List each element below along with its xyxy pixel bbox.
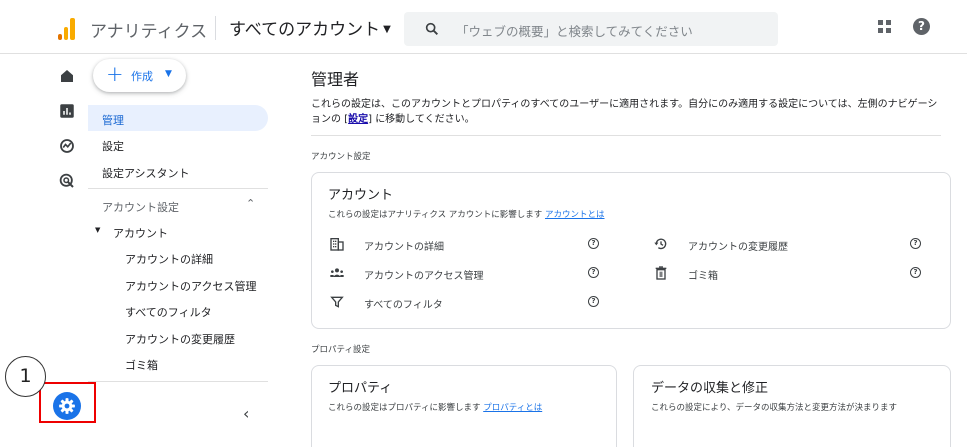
sidebar-item-admin[interactable]: 管理 (88, 105, 268, 131)
sidebar-item-label: アカウントの詳細 (125, 253, 213, 266)
analytics-logo-icon (58, 18, 76, 40)
apps-grid-icon[interactable] (878, 20, 892, 34)
sidebar-item-all-filters[interactable]: すべてのフィルタ (88, 297, 268, 323)
card-subtitle: これらの設定はプロパティに影響します プロパティとは (328, 401, 542, 413)
sidebar-item-setup-assistant[interactable]: 設定アシスタント (88, 158, 268, 184)
sidebar-item-label: ゴミ箱 (125, 359, 158, 372)
item-change-history[interactable]: アカウントの変更履歴 ? (653, 234, 923, 254)
trash-icon (655, 266, 667, 280)
chevron-up-icon: ⌃ (246, 197, 256, 210)
item-trash[interactable]: ゴミ箱 ? (653, 263, 923, 283)
building-icon (330, 238, 344, 251)
item-account-access[interactable]: アカウントのアクセス管理 ? (329, 263, 609, 283)
sidebar-item-trash[interactable]: ゴミ箱 (88, 350, 268, 376)
search-bar[interactable]: 「ウェブの概要」と検索してみてください (404, 12, 778, 46)
card-title: プロパティ (328, 381, 393, 396)
sidebar-group-account[interactable]: ▼ アカウント (88, 218, 268, 244)
sidebar-item-account-details[interactable]: アカウントの詳細 (88, 244, 268, 270)
page-title: 管理者 (311, 70, 360, 89)
item-label: アカウントの詳細 (364, 242, 444, 253)
what-is-property-link[interactable]: プロパティとは (483, 403, 542, 413)
create-label: 作成 (131, 70, 153, 83)
account-settings-section[interactable]: アカウント設定 ⌃ (88, 192, 268, 218)
property-settings-label: プロパティ設定 (311, 345, 370, 355)
sidebar-item-label: すべてのフィルタ (125, 306, 212, 319)
sidebar-item-label: アカウントの変更履歴 (125, 333, 235, 346)
plus-icon: + (106, 62, 124, 86)
help-circle-icon[interactable]: ? (910, 267, 921, 278)
history-icon (654, 238, 667, 250)
sidebar-item-label: 設定 (102, 140, 124, 153)
item-label: ゴミ箱 (688, 271, 718, 282)
help-circle-icon[interactable]: ? (910, 238, 921, 249)
description-text-end: に移動してください。 (375, 114, 475, 125)
help-circle-icon[interactable]: ? (588, 238, 599, 249)
item-account-details[interactable]: アカウントの詳細 ? (329, 234, 609, 254)
filter-icon (330, 296, 344, 308)
account-picker-label: すべてのアカウント (229, 20, 381, 40)
help-circle-icon[interactable]: ? (588, 267, 599, 278)
sidebar-item-label: 管理 (102, 114, 124, 127)
section-label: アカウント設定 (102, 201, 179, 214)
card-subtitle: これらの設定により、データの収集方法と変更方法が決まります (651, 403, 897, 413)
page-description: これらの設定は、このアカウントとプロパティのすべてのユーザーに適用されます。自分… (311, 99, 938, 125)
caret-down-icon: ▼ (95, 226, 101, 234)
sidebar-divider (88, 188, 268, 189)
item-label: アカウントのアクセス管理 (364, 271, 484, 282)
search-placeholder: 「ウェブの概要」と検索してみてください (456, 24, 693, 39)
home-icon[interactable] (58, 67, 76, 85)
sidebar-item-settings[interactable]: 設定 (88, 131, 268, 157)
divider (311, 135, 941, 136)
top-header: アナリティクス すべてのアカウント ▼ 「ウェブの概要」と検索してみてください ? (0, 0, 967, 54)
property-card: プロパティ これらの設定はプロパティに影響します プロパティとは (311, 365, 617, 447)
card-subtitle-text: これらの設定はアナリティクス アカウントに影響します (328, 210, 543, 220)
step-callout: 1 (5, 356, 46, 397)
what-is-account-link[interactable]: アカウントとは (545, 210, 605, 220)
sidebar-item-label: 設定アシスタント (102, 167, 190, 180)
item-label: アカウントの変更履歴 (688, 242, 788, 253)
help-icon[interactable]: ? (913, 18, 930, 35)
sidebar-item-label: アカウントのアクセス管理 (125, 280, 257, 293)
help-circle-icon[interactable]: ? (588, 296, 599, 307)
account-card: アカウント これらの設定はアナリティクス アカウントに影響します アカウントとは… (311, 172, 951, 329)
card-title: データの収集と修正 (651, 381, 769, 396)
account-settings-label: アカウント設定 (311, 152, 371, 162)
item-all-filters[interactable]: すべてのフィルタ ? (329, 292, 609, 312)
card-title: アカウント (328, 188, 394, 203)
reports-icon[interactable] (58, 102, 76, 120)
card-subtitle-text: これらの設定はプロパティに影響します (328, 403, 481, 413)
advertising-icon[interactable] (58, 172, 76, 190)
sidebar-item-change-history[interactable]: アカウントの変更履歴 (88, 324, 268, 350)
header-divider (215, 16, 216, 40)
sidebar-divider (88, 381, 268, 382)
caret-down-icon: ▼ (165, 69, 172, 79)
explore-icon[interactable] (58, 137, 76, 155)
group-label: アカウント (113, 227, 168, 240)
account-picker[interactable]: すべてのアカウント ▼ (229, 15, 391, 41)
sidebar-item-account-access[interactable]: アカウントのアクセス管理 (88, 271, 268, 297)
analytics-admin-page: アナリティクス すべてのアカウント ▼ 「ウェブの概要」と検索してみてください ?… (0, 0, 967, 447)
data-collection-card: データの収集と修正 これらの設定により、データの収集方法と変更方法が決まります (633, 365, 951, 447)
caret-down-icon: ▼ (383, 24, 391, 35)
people-icon (330, 268, 344, 277)
create-button[interactable]: + 作成 ▼ (93, 59, 186, 92)
search-icon (425, 22, 438, 35)
highlight-box (39, 382, 96, 423)
app-name: アナリティクス (90, 22, 208, 42)
item-label: すべてのフィルタ (364, 300, 443, 311)
settings-link[interactable]: 設定 (348, 114, 368, 125)
card-subtitle: これらの設定はアナリティクス アカウントに影響します アカウントとは (328, 208, 605, 220)
collapse-chevron-icon[interactable]: ‹ (243, 404, 249, 423)
